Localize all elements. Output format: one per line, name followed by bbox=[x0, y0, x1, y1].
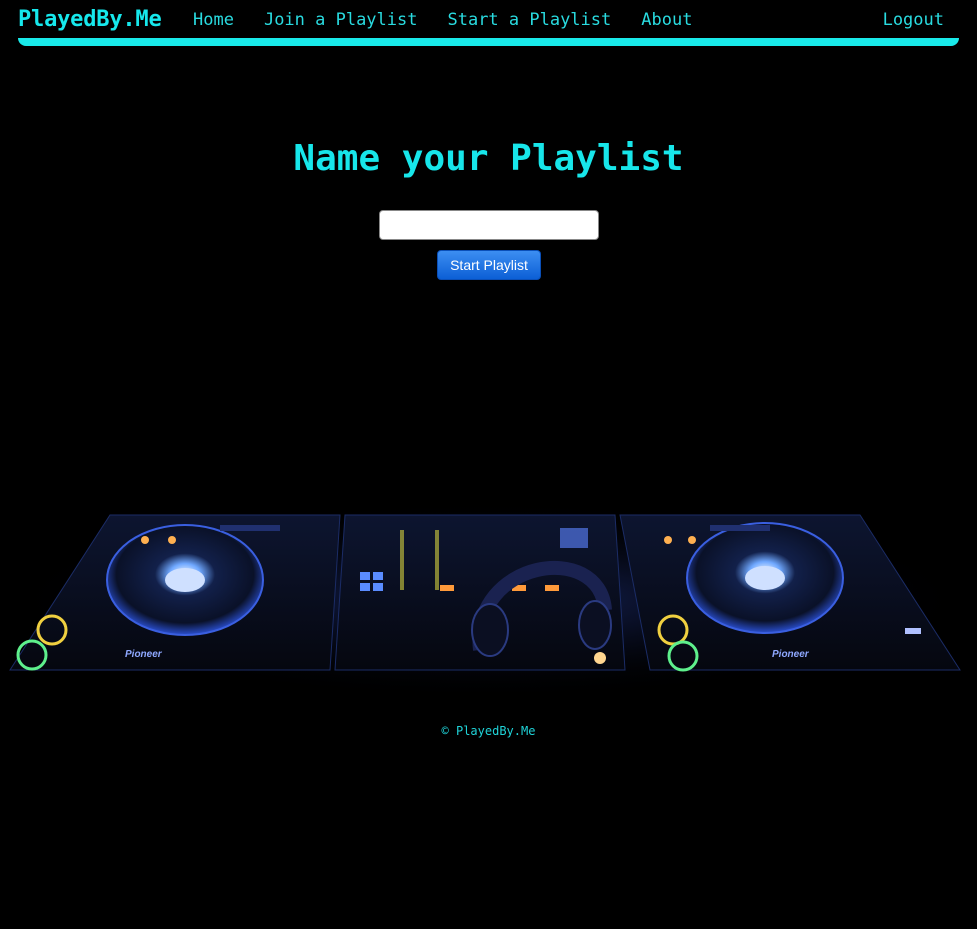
playlist-name-input[interactable] bbox=[379, 210, 599, 240]
brand-logo[interactable]: PlayedBy.Me bbox=[18, 7, 162, 32]
page: PlayedBy.Me Home Join a Playlist Start a… bbox=[0, 0, 977, 929]
nav-about[interactable]: About bbox=[641, 10, 692, 30]
right-deck-brand: Pioneer bbox=[772, 649, 810, 660]
navbar-underline bbox=[18, 38, 959, 46]
nav-home[interactable]: Home bbox=[193, 10, 234, 30]
nav-join-playlist[interactable]: Join a Playlist bbox=[264, 10, 418, 30]
nav-links: Home Join a Playlist Start a Playlist Ab… bbox=[193, 10, 692, 30]
nav-start-playlist[interactable]: Start a Playlist bbox=[447, 10, 611, 30]
mixer bbox=[334, 514, 626, 671]
footer-copyright: © PlayedBy.Me bbox=[441, 724, 536, 738]
logout-link[interactable]: Logout bbox=[883, 10, 944, 30]
page-title: Name your Playlist bbox=[293, 138, 684, 179]
left-deck-brand: Pioneer bbox=[125, 649, 163, 660]
navbar: PlayedBy.Me Home Join a Playlist Start a… bbox=[18, 0, 959, 46]
start-playlist-button[interactable]: Start Playlist bbox=[437, 250, 541, 280]
dj-equipment-image: Pioneer Pioneer bbox=[0, 500, 977, 700]
